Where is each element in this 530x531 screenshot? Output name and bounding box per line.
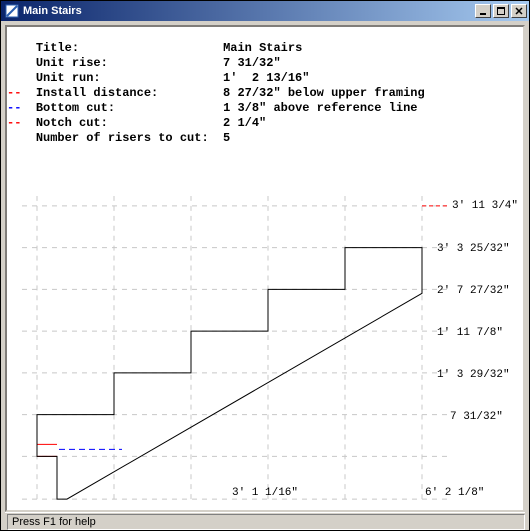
titlebar: Main Stairs bbox=[1, 1, 529, 21]
dim-r1: 3' 3 25/32" bbox=[437, 243, 510, 255]
dim-top: 3' 11 3/4" bbox=[452, 200, 518, 212]
dim-r3: 1' 11 7/8" bbox=[437, 327, 503, 339]
status-bar: Press F1 for help bbox=[5, 512, 525, 530]
client-area: Title: Main Stairs Unit rise: 7 31/32" U… bbox=[1, 21, 529, 530]
stair-plot bbox=[7, 27, 523, 510]
dim-b2: 6' 2 1/8" bbox=[425, 487, 484, 499]
minimize-button[interactable] bbox=[475, 4, 491, 18]
window-title: Main Stairs bbox=[23, 5, 82, 17]
status-help-text: Press F1 for help bbox=[7, 514, 525, 530]
dim-r4: 1' 3 29/32" bbox=[437, 369, 510, 381]
dim-b1: 3' 1 1/16" bbox=[232, 487, 298, 499]
drawing-canvas: Title: Main Stairs Unit rise: 7 31/32" U… bbox=[5, 25, 525, 512]
app-icon bbox=[5, 4, 19, 18]
close-button[interactable] bbox=[511, 4, 527, 18]
maximize-button[interactable] bbox=[493, 4, 509, 18]
app-window: Main Stairs Title: Main Stairs Unit rise… bbox=[0, 0, 530, 531]
dim-r2: 2' 7 27/32" bbox=[437, 285, 510, 297]
dim-r5: 7 31/32" bbox=[450, 411, 503, 423]
